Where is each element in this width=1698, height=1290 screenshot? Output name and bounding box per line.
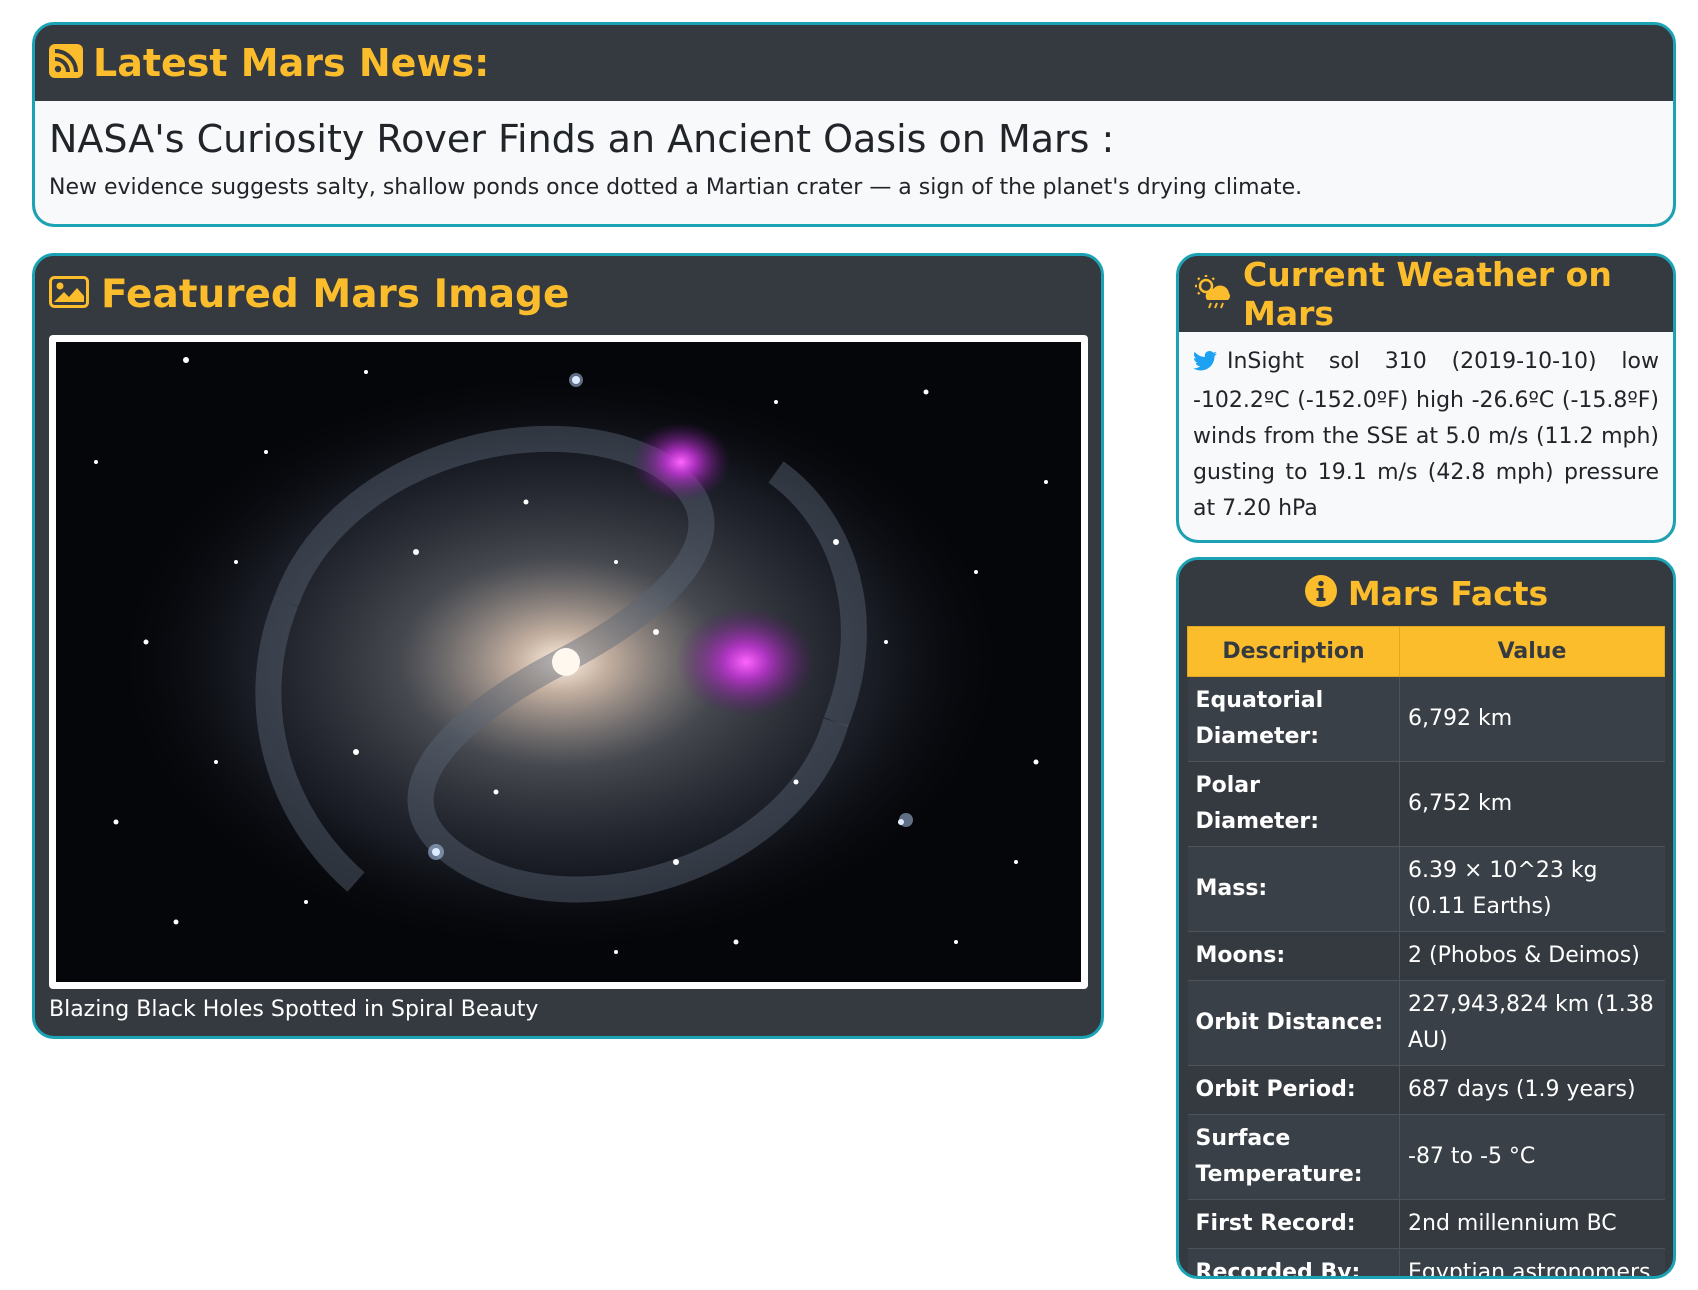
weather-header-title: Current Weather on Mars (1243, 255, 1612, 333)
facts-header: Mars Facts (1179, 560, 1673, 626)
fact-value: -87 to -5 °C (1399, 1114, 1665, 1200)
fact-value: 687 days (1.9 years) (1399, 1065, 1665, 1115)
fact-label: Recorded By: (1187, 1248, 1400, 1276)
news-header-title: Latest Mars News: (93, 41, 490, 85)
table-row: Equatorial Diameter: 6,792 km (1187, 676, 1665, 762)
fact-label: Mass: (1187, 846, 1400, 932)
fact-label: Orbit Distance: (1187, 980, 1400, 1066)
table-row: First Record: 2nd millennium BC (1187, 1199, 1665, 1249)
sun-cloud-rain-icon (1193, 274, 1233, 314)
news-teaser: New evidence suggests salty, shallow pon… (49, 175, 1303, 200)
info-circle-icon (1304, 574, 1338, 612)
image-icon (49, 276, 89, 312)
rss-icon (49, 44, 83, 82)
weather-text: InSight sol 310 (2019-10-10) low -102.2º… (1193, 349, 1659, 521)
table-row: Surface Temperature: -87 to -5 °C (1187, 1114, 1665, 1200)
table-row: Orbit Period: 687 days (1.9 years) (1187, 1065, 1665, 1115)
fact-label: Equatorial Diameter: (1187, 676, 1400, 762)
featured-header: Featured Mars Image (35, 256, 1101, 332)
news-body: NASA's Curiosity Rover Finds an Ancient … (35, 101, 1673, 224)
weather-body: InSight sol 310 (2019-10-10) low -102.2º… (1179, 332, 1673, 540)
featured-header-title: Featured Mars Image (101, 271, 570, 317)
twitter-icon[interactable] (1193, 347, 1217, 383)
column-header-value: Value (1399, 626, 1665, 677)
table-row: Recorded By: Egyptian astronomers (1187, 1248, 1665, 1276)
fact-label: First Record: (1187, 1199, 1400, 1249)
featured-image-caption: Blazing Black Holes Spotted in Spiral Be… (49, 997, 539, 1022)
featured-image[interactable] (56, 342, 1081, 982)
fact-value: 2nd millennium BC (1399, 1199, 1665, 1249)
featured-image-card: Featured Mars Image Blazing Black Holes … (32, 253, 1104, 1039)
facts-header-title: Mars Facts (1347, 573, 1549, 613)
fact-value: 6,792 km (1399, 676, 1665, 762)
table-row: Mass: 6.39 × 10^23 kg (0.11 Earths) (1187, 846, 1665, 932)
featured-image-frame[interactable] (49, 335, 1088, 989)
weather-card: Current Weather on Mars InSight sol 310 … (1176, 253, 1676, 543)
fact-value: 227,943,824 km (1.38 AU) (1399, 980, 1665, 1066)
news-title[interactable]: NASA's Curiosity Rover Finds an Ancient … (49, 115, 1659, 163)
fact-value: Egyptian astronomers (1399, 1248, 1665, 1276)
column-header-description: Description (1187, 626, 1400, 677)
news-header: Latest Mars News: (35, 25, 1673, 101)
news-card: Latest Mars News: NASA's Curiosity Rover… (32, 22, 1676, 227)
fact-label: Orbit Period: (1187, 1065, 1400, 1115)
fact-value: 2 (Phobos & Deimos) (1399, 931, 1665, 981)
table-row: Polar Diameter: 6,752 km (1187, 761, 1665, 847)
fact-value: 6.39 × 10^23 kg (0.11 Earths) (1399, 846, 1665, 932)
table-row: Orbit Distance: 227,943,824 km (1.38 AU) (1187, 980, 1665, 1066)
facts-table: Description Value Equatorial Diameter: 6… (1187, 626, 1665, 1276)
weather-header: Current Weather on Mars (1179, 255, 1673, 333)
fact-label: Polar Diameter: (1187, 761, 1400, 847)
fact-value: 6,752 km (1399, 761, 1665, 847)
fact-label: Surface Temperature: (1187, 1114, 1400, 1200)
fact-label: Moons: (1187, 931, 1400, 981)
table-row: Moons: 2 (Phobos & Deimos) (1187, 931, 1665, 981)
facts-card: Mars Facts Description Value Equatorial … (1176, 557, 1676, 1279)
